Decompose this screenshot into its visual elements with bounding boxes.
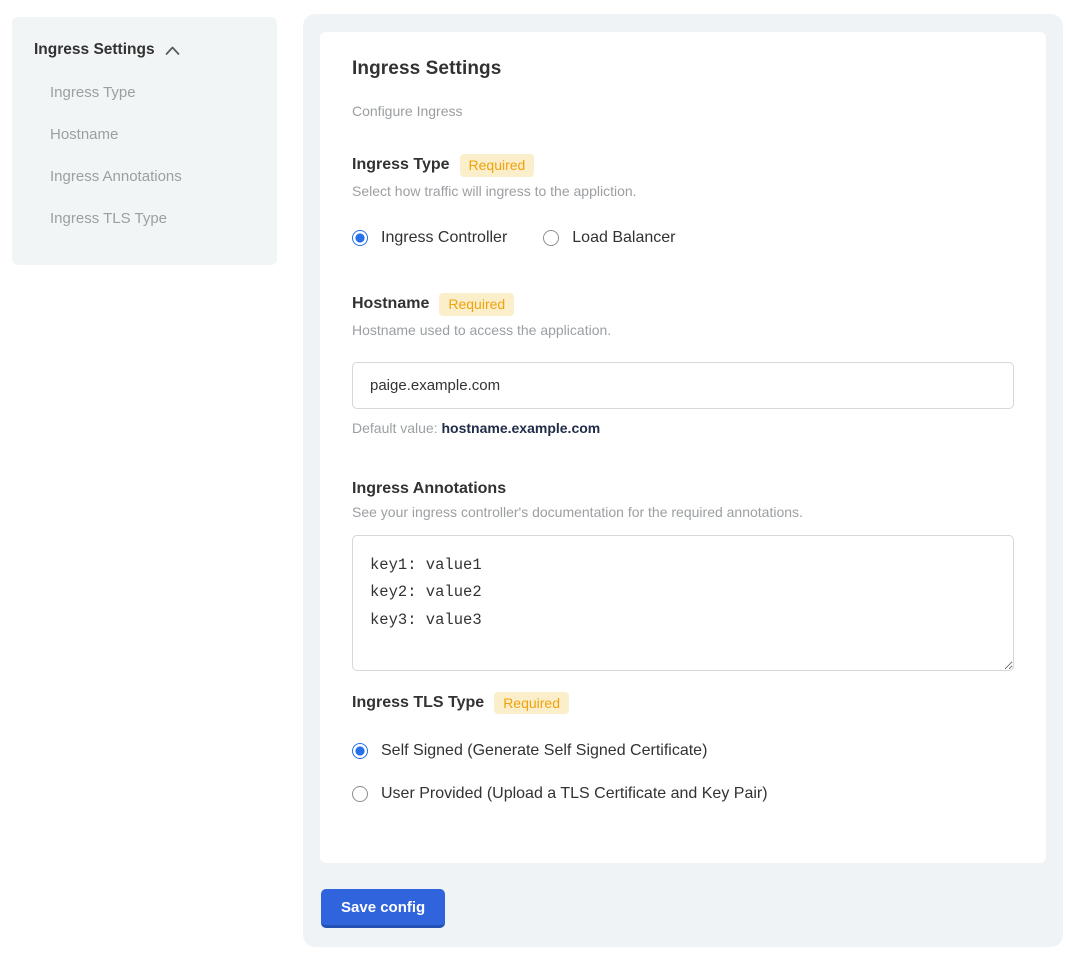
ingress-annotations-label: Ingress Annotations bbox=[352, 480, 506, 498]
field-ingress-type-header: Ingress Type Required bbox=[352, 154, 1014, 177]
required-badge: Required bbox=[494, 692, 569, 715]
sidebar-items: Ingress Type Hostname Ingress Annotation… bbox=[34, 84, 255, 227]
radio-selected-icon[interactable] bbox=[352, 230, 368, 246]
sidebar-group-title: Ingress Settings bbox=[34, 41, 155, 59]
radio-option[interactable]: Ingress Controller bbox=[352, 229, 507, 247]
required-badge: Required bbox=[439, 293, 514, 316]
hostname-label: Hostname bbox=[352, 295, 429, 313]
radio-option[interactable]: Self Signed (Generate Self Signed Certif… bbox=[352, 742, 1014, 760]
ingress-tls-type-label: Ingress TLS Type bbox=[352, 694, 484, 712]
field-ingress-tls-type: Ingress TLS Type Required Self Signed (G… bbox=[352, 692, 1014, 804]
field-ingress-type: Ingress Type Required Select how traffic… bbox=[352, 154, 1014, 247]
sidebar-item-ingress-tls-type[interactable]: Ingress TLS Type bbox=[50, 210, 255, 227]
save-config-button[interactable]: Save config bbox=[321, 889, 445, 928]
ingress-tls-radio-group: Self Signed (Generate Self Signed Certif… bbox=[352, 742, 1014, 803]
ingress-type-label: Ingress Type bbox=[352, 156, 450, 174]
ingress-type-help: Select how traffic will ingress to the a… bbox=[352, 183, 1014, 199]
field-ingress-tls-type-header: Ingress TLS Type Required bbox=[352, 692, 1014, 715]
default-value: hostname.example.com bbox=[442, 420, 601, 436]
field-ingress-annotations-header: Ingress Annotations bbox=[352, 480, 1014, 498]
sidebar-item-ingress-type[interactable]: Ingress Type bbox=[50, 84, 255, 101]
radio-unselected-icon[interactable] bbox=[543, 230, 559, 246]
sidebar-item-ingress-annotations[interactable]: Ingress Annotations bbox=[50, 168, 255, 185]
sidebar: Ingress Settings Ingress Type Hostname I… bbox=[12, 17, 277, 265]
config-panel: Ingress Settings Configure Ingress Ingre… bbox=[303, 14, 1063, 947]
ingress-annotations-help: See your ingress controller's documentat… bbox=[352, 504, 1014, 520]
radio-option-label: Self Signed (Generate Self Signed Certif… bbox=[381, 742, 707, 760]
page: Ingress Settings Ingress Type Hostname I… bbox=[0, 0, 1090, 969]
radio-unselected-icon[interactable] bbox=[352, 786, 368, 802]
hostname-help: Hostname used to access the application. bbox=[352, 322, 1014, 338]
hostname-default-line: Default value: hostname.example.com bbox=[352, 420, 1014, 436]
card-subtitle: Configure Ingress bbox=[352, 103, 1014, 119]
field-hostname: Hostname Required Hostname used to acces… bbox=[352, 293, 1014, 436]
radio-option-label: Load Balancer bbox=[572, 229, 675, 247]
sidebar-group-ingress-settings[interactable]: Ingress Settings bbox=[34, 41, 255, 59]
chevron-up-icon[interactable] bbox=[164, 44, 181, 57]
hostname-input[interactable] bbox=[352, 362, 1014, 409]
required-badge: Required bbox=[460, 154, 535, 177]
ingress-annotations-textarea[interactable]: key1: value1 key2: value2 key3: value3 bbox=[352, 535, 1014, 671]
radio-option[interactable]: User Provided (Upload a TLS Certificate … bbox=[352, 785, 1014, 803]
field-hostname-header: Hostname Required bbox=[352, 293, 1014, 316]
radio-option-label: Ingress Controller bbox=[381, 229, 507, 247]
sidebar-item-hostname[interactable]: Hostname bbox=[50, 126, 255, 143]
radio-selected-icon[interactable] bbox=[352, 743, 368, 759]
card-title: Ingress Settings bbox=[352, 58, 1014, 80]
radio-option[interactable]: Load Balancer bbox=[543, 229, 675, 247]
field-ingress-annotations: Ingress Annotations See your ingress con… bbox=[352, 480, 1014, 671]
ingress-type-radio-group: Ingress Controller Load Balancer bbox=[352, 229, 1014, 247]
default-value-prefix: Default value: bbox=[352, 420, 442, 436]
radio-option-label: User Provided (Upload a TLS Certificate … bbox=[381, 785, 768, 803]
config-card: Ingress Settings Configure Ingress Ingre… bbox=[320, 32, 1046, 863]
